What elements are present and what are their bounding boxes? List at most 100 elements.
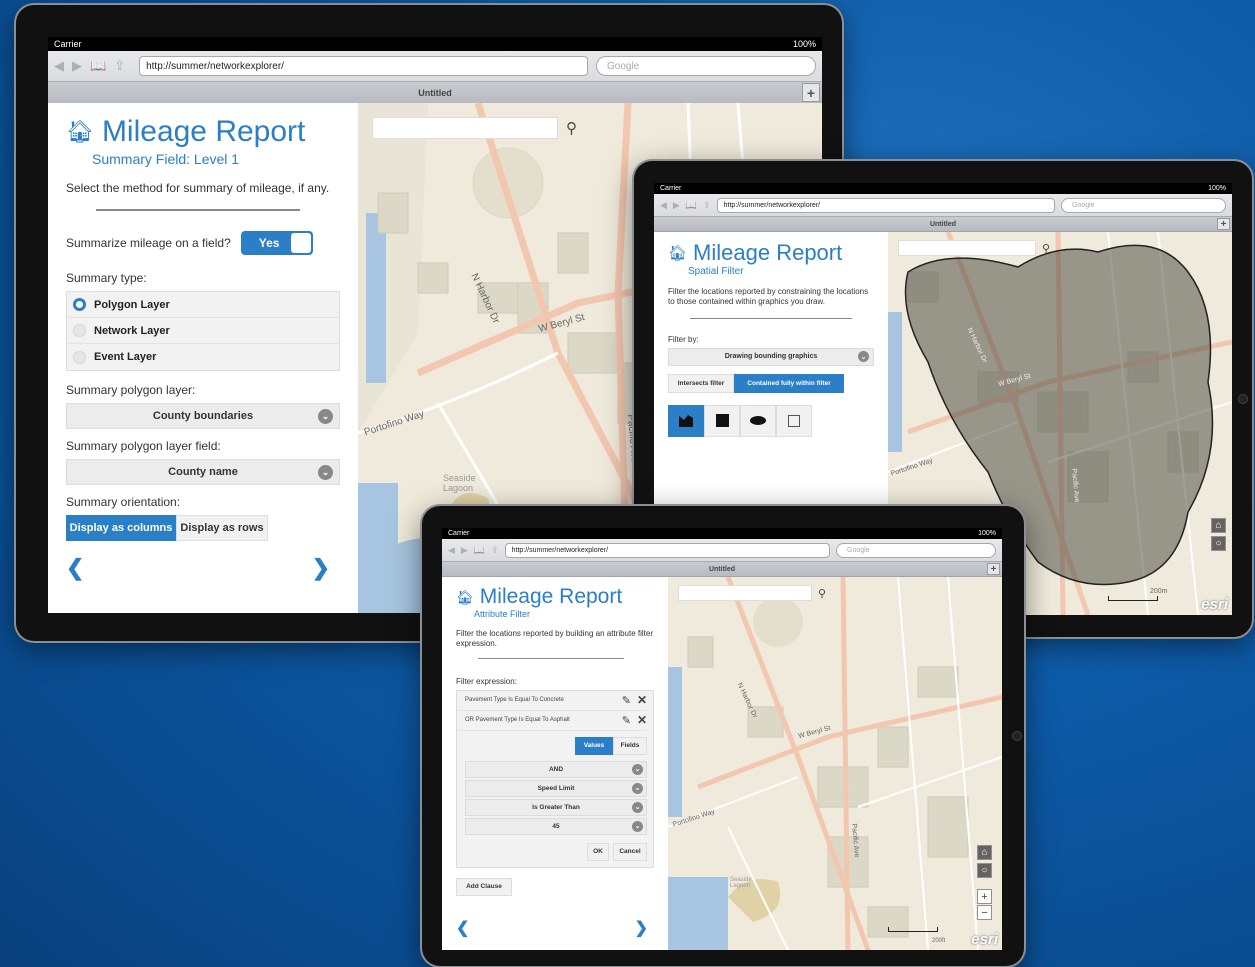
- share-icon[interactable]: ⇪: [114, 58, 125, 74]
- step-subtitle: Spatial Filter: [688, 266, 744, 277]
- radio-polygon-layer[interactable]: Polygon Layer: [67, 292, 339, 318]
- map-home-button[interactable]: ⌂: [1211, 518, 1226, 533]
- browser-chrome: ◀ ▶ 📖 ⇪ http://summer/networkexplorer/ G…: [48, 51, 822, 104]
- map-search-input[interactable]: [898, 240, 1036, 256]
- zoom-in-button[interactable]: +: [977, 889, 992, 904]
- field-select[interactable]: Speed Limit ⌄: [465, 779, 647, 797]
- search-icon[interactable]: ⚲: [566, 119, 577, 137]
- instruction-text: Select the method for summary of mileage…: [66, 181, 330, 195]
- clause-text: OR Pavement Type Is Equal To Asphalt: [465, 717, 570, 724]
- close-icon[interactable]: ✕: [637, 693, 647, 707]
- back-icon[interactable]: ◀: [660, 200, 667, 211]
- close-icon[interactable]: ✕: [637, 713, 647, 727]
- extent-tool-icon[interactable]: [776, 404, 812, 437]
- rectangle-tool-icon[interactable]: [704, 404, 740, 437]
- radio-event-layer[interactable]: Event Layer: [67, 344, 339, 370]
- prev-button[interactable]: ❮: [456, 918, 469, 938]
- home-button-hardware[interactable]: [1238, 394, 1248, 404]
- home-icon[interactable]: 🏠︎: [668, 244, 687, 262]
- tab-untitled[interactable]: Untitled: [930, 221, 956, 228]
- pencil-icon[interactable]: ✎: [622, 714, 631, 727]
- address-bar[interactable]: http://summer/networkexplorer/: [139, 56, 588, 76]
- address-bar[interactable]: http://summer/networkexplorer/: [716, 197, 1055, 213]
- logic-operator-select[interactable]: AND ⌄: [465, 760, 647, 778]
- chevron-down-icon: ⌄: [632, 782, 643, 794]
- filter-by-select[interactable]: Drawing bounding graphics ⌄: [668, 347, 874, 366]
- chevron-down-icon: ⌄: [318, 464, 333, 480]
- tab-untitled[interactable]: Untitled: [709, 566, 735, 573]
- bookmarks-icon[interactable]: 📖: [686, 200, 697, 211]
- bookmarks-icon[interactable]: 📖: [474, 545, 485, 556]
- new-tab-button[interactable]: +: [802, 83, 820, 102]
- contained-filter-button[interactable]: Contained fully within filter: [734, 373, 844, 393]
- display-rows-button[interactable]: Display as rows: [176, 515, 268, 541]
- battery-label: 100%: [792, 39, 816, 49]
- radio-selected-icon: [73, 298, 86, 311]
- forward-icon[interactable]: ▶: [461, 545, 468, 556]
- summarize-label: Summarize mileage on a field?: [66, 236, 231, 250]
- select-value: Is Greater Than: [532, 803, 580, 811]
- ellipse-tool-icon[interactable]: [740, 404, 776, 437]
- page-title: 🏠︎ Mileage Report: [668, 240, 874, 266]
- search-icon[interactable]: ⚲: [818, 587, 826, 600]
- zoom-out-button[interactable]: −: [977, 905, 992, 920]
- radio-network-layer[interactable]: Network Layer: [67, 318, 339, 344]
- search-icon[interactable]: ⚲: [1042, 242, 1050, 255]
- intersects-filter-button[interactable]: Intersects filter: [668, 373, 734, 393]
- home-icon[interactable]: 🏠︎: [66, 119, 94, 145]
- polygon-layer-select[interactable]: County boundaries ⌄: [66, 403, 340, 429]
- map-view[interactable]: W Beryl St N Harbor Dr Portofino Way Sea…: [668, 577, 1002, 950]
- map-label-lagoon: Seaside Lagoon: [443, 473, 476, 493]
- browser-search-input[interactable]: Google: [1061, 197, 1226, 213]
- tab-bar: Untitled +: [654, 216, 1232, 231]
- url-text: http://summer/networkexplorer/: [511, 546, 609, 554]
- home-button-hardware[interactable]: [1012, 731, 1022, 741]
- bookmarks-icon[interactable]: 📖: [90, 58, 106, 74]
- map-locate-button[interactable]: ○: [1211, 536, 1226, 551]
- map-search-input[interactable]: [372, 117, 558, 139]
- share-icon[interactable]: ⇪: [703, 200, 711, 211]
- summary-type-label: Summary type:: [66, 271, 147, 285]
- carrier-label: Carrier: [660, 185, 682, 192]
- next-button[interactable]: ❯: [312, 555, 330, 581]
- browser-chrome: ◀ ▶ 📖 ⇪ http://summer/networkexplorer/ G…: [442, 539, 1002, 577]
- next-button[interactable]: ❯: [635, 918, 648, 938]
- browser-search-input[interactable]: Google: [596, 56, 816, 76]
- tab-values[interactable]: Values: [575, 736, 613, 755]
- map-locate-button[interactable]: ○: [977, 863, 992, 878]
- map-home-button[interactable]: ⌂: [977, 845, 992, 860]
- operator-select[interactable]: Is Greater Than ⌄: [465, 798, 647, 816]
- add-clause-button[interactable]: Add Clause: [456, 877, 512, 896]
- display-columns-button[interactable]: Display as columns: [66, 515, 176, 541]
- new-tab-button[interactable]: +: [1217, 218, 1230, 230]
- freehand-polygon-tool-icon[interactable]: [668, 404, 704, 437]
- forward-icon[interactable]: ▶: [72, 58, 82, 74]
- map-search-input[interactable]: [678, 585, 812, 601]
- polygon-field-select[interactable]: County name ⌄: [66, 459, 340, 485]
- instruction-text: Filter the locations reported by buildin…: [456, 629, 653, 649]
- scale-label: 200m: [1150, 588, 1168, 595]
- back-icon[interactable]: ◀: [448, 545, 455, 556]
- prev-button[interactable]: ❮: [66, 555, 84, 581]
- instruction-text: Filter the locations reported by constra…: [668, 287, 869, 307]
- polygon-field-label: Summary polygon layer field:: [66, 439, 221, 453]
- ok-button[interactable]: OK: [587, 842, 609, 861]
- new-tab-button[interactable]: +: [987, 563, 1000, 575]
- divider: [96, 209, 300, 211]
- tab-untitled[interactable]: Untitled: [418, 88, 452, 98]
- status-bar: Carrier 100%: [654, 183, 1232, 194]
- address-bar[interactable]: http://summer/networkexplorer/: [504, 542, 830, 558]
- value-select[interactable]: 45 ⌄: [465, 817, 647, 835]
- cancel-button[interactable]: Cancel: [613, 842, 647, 861]
- pencil-icon[interactable]: ✎: [622, 694, 631, 707]
- browser-search-input[interactable]: Google: [836, 542, 996, 558]
- chevron-down-icon: ⌄: [632, 801, 643, 813]
- back-icon[interactable]: ◀: [54, 58, 64, 74]
- forward-icon[interactable]: ▶: [673, 200, 680, 211]
- radio-label: Polygon Layer: [94, 298, 170, 311]
- browser-chrome: ◀ ▶ 📖 ⇪ http://summer/networkexplorer/ G…: [654, 194, 1232, 232]
- share-icon[interactable]: ⇪: [491, 545, 499, 556]
- summarize-toggle[interactable]: Yes: [240, 231, 313, 255]
- home-icon[interactable]: 🏠︎: [456, 589, 474, 606]
- tab-fields[interactable]: Fields: [613, 736, 647, 755]
